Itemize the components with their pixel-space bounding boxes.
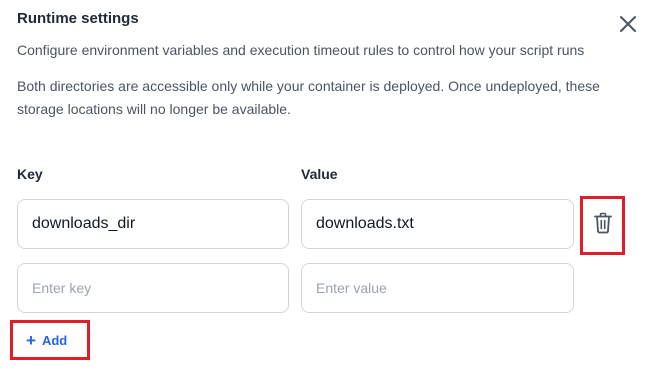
key-input[interactable] <box>17 199 289 249</box>
dialog-description: Configure environment variables and exec… <box>17 42 585 58</box>
add-row-button[interactable]: + Add <box>26 332 67 349</box>
add-label: Add <box>41 333 68 348</box>
runtime-settings-dialog: Runtime settings Configure environment v… <box>0 0 654 384</box>
add-row-highlight: + Add <box>10 320 90 360</box>
plus-icon: + <box>26 331 36 350</box>
dialog-note: Both directories are accessible only whi… <box>17 78 600 117</box>
trash-icon <box>593 212 612 239</box>
dialog-title: Runtime settings <box>17 10 139 27</box>
delete-row-button[interactable] <box>580 196 625 255</box>
new-value-input[interactable] <box>301 263 574 313</box>
value-input[interactable] <box>301 199 574 249</box>
new-key-input[interactable] <box>17 263 289 313</box>
key-column-header: Key <box>17 166 43 182</box>
value-column-header: Value <box>301 166 338 182</box>
close-icon[interactable] <box>616 12 640 36</box>
